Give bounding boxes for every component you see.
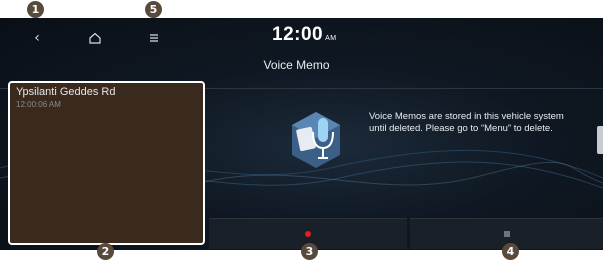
memo-name: Ypsilanti Geddes Rd — [16, 86, 116, 98]
screen: ‹ 12:00 AM Voice Memo Ypsilanti Geddes Rd… — [0, 18, 603, 250]
stop-icon — [503, 231, 510, 237]
memo-list-item[interactable]: Ypsilanti Geddes Rd 12:00:06 AM — [8, 81, 205, 245]
page-title-text: Voice Memo — [263, 58, 330, 72]
page-title: Voice Memo — [0, 58, 603, 72]
callout-4: 4 — [502, 243, 519, 260]
callout-5: 5 — [145, 1, 162, 18]
memo-time: 12:00:06 AM — [16, 100, 61, 109]
clock-time: 12:00 — [272, 24, 324, 45]
home-icon[interactable] — [84, 28, 106, 50]
microphone-icon — [292, 112, 340, 168]
clock-ampm: AM — [325, 35, 337, 42]
side-tab[interactable] — [597, 126, 603, 154]
record-icon — [305, 231, 311, 237]
top-bar: ‹ 12:00 AM — [0, 18, 603, 58]
callout-3: 3 — [301, 243, 318, 260]
menu-icon[interactable] — [143, 28, 165, 49]
back-icon[interactable]: ‹ — [26, 28, 48, 48]
callout-2: 2 — [97, 243, 114, 260]
callout-1: 1 — [27, 1, 44, 18]
clock: 12:00 AM — [272, 24, 337, 46]
info-text: Voice Memos are stored in this vehicle s… — [369, 111, 564, 134]
